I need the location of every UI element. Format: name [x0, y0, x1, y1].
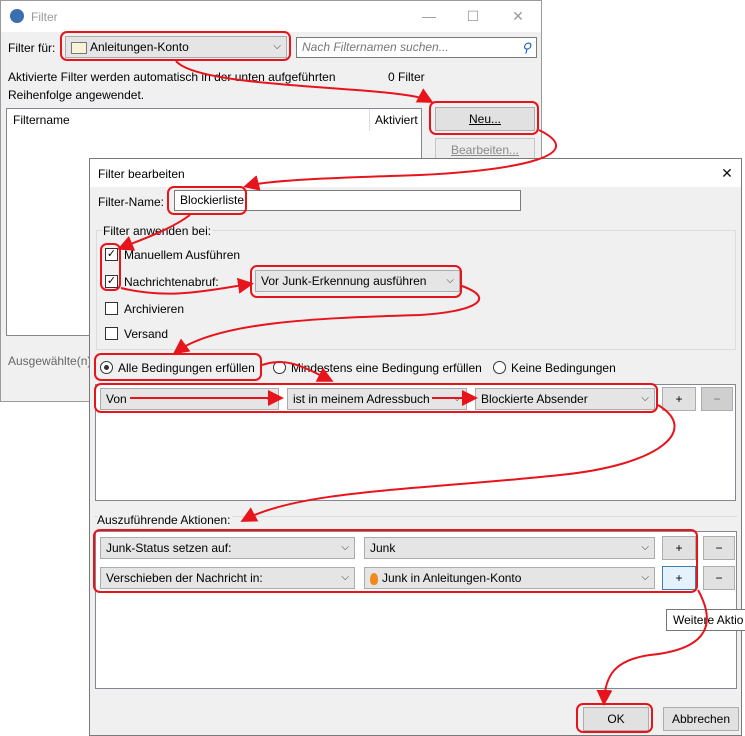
arrow-condition-to-actions — [240, 404, 676, 522]
arrow-timing-to-match — [172, 285, 481, 355]
arrow-name-to-manual — [117, 214, 191, 251]
arrow-account-to-new — [175, 60, 434, 103]
arrow-actions-to-ok — [596, 589, 708, 706]
arrow-match-to-any — [261, 360, 334, 382]
arrow-checks-to-timing — [120, 277, 254, 295]
annotation-arrows — [117, 60, 708, 706]
arrow-new-to-name — [243, 129, 557, 191]
